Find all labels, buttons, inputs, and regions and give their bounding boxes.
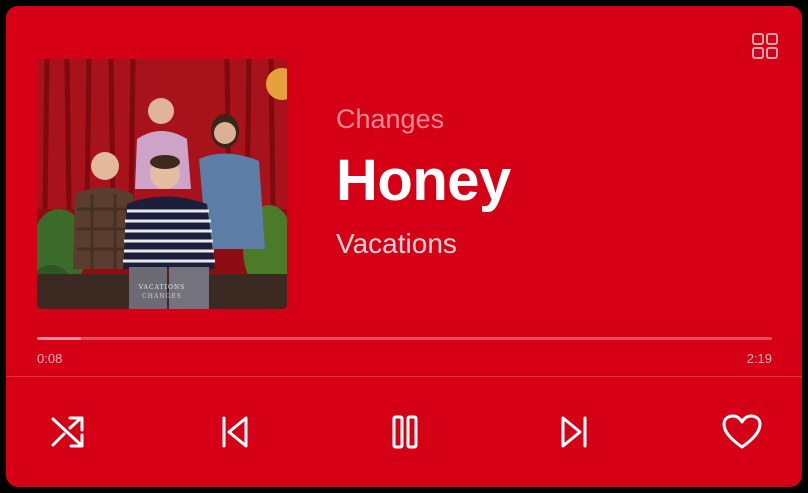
shuffle-button[interactable] [46,410,90,454]
heart-icon [722,414,762,449]
grid-view-button[interactable] [751,32,779,60]
now-playing-card: VACATIONS CHANGES Changes Honey Vacation… [6,6,802,487]
pause-icon [392,415,418,449]
previous-track-button[interactable] [213,410,257,454]
like-button[interactable] [720,410,764,454]
album-name[interactable]: Changes [336,104,444,135]
skip-previous-icon [222,416,248,448]
controls-divider [6,376,802,377]
cover-band-text: VACATIONS [138,284,186,291]
album-cover: VACATIONS CHANGES [37,59,287,309]
total-time: 2:19 [746,351,772,366]
track-title: Honey [336,148,511,213]
progress-bar[interactable] [37,337,772,340]
artist-name[interactable]: Vacations [336,228,457,260]
pause-button[interactable] [383,410,427,454]
next-track-button[interactable] [552,410,596,454]
grid-icon [752,33,778,59]
elapsed-time: 0:08 [37,351,63,366]
skip-next-icon [561,416,587,448]
cover-album-text: CHANGES [142,293,182,300]
shuffle-icon [51,416,84,448]
album-cover-art [37,59,287,309]
progress-fill [37,337,82,340]
